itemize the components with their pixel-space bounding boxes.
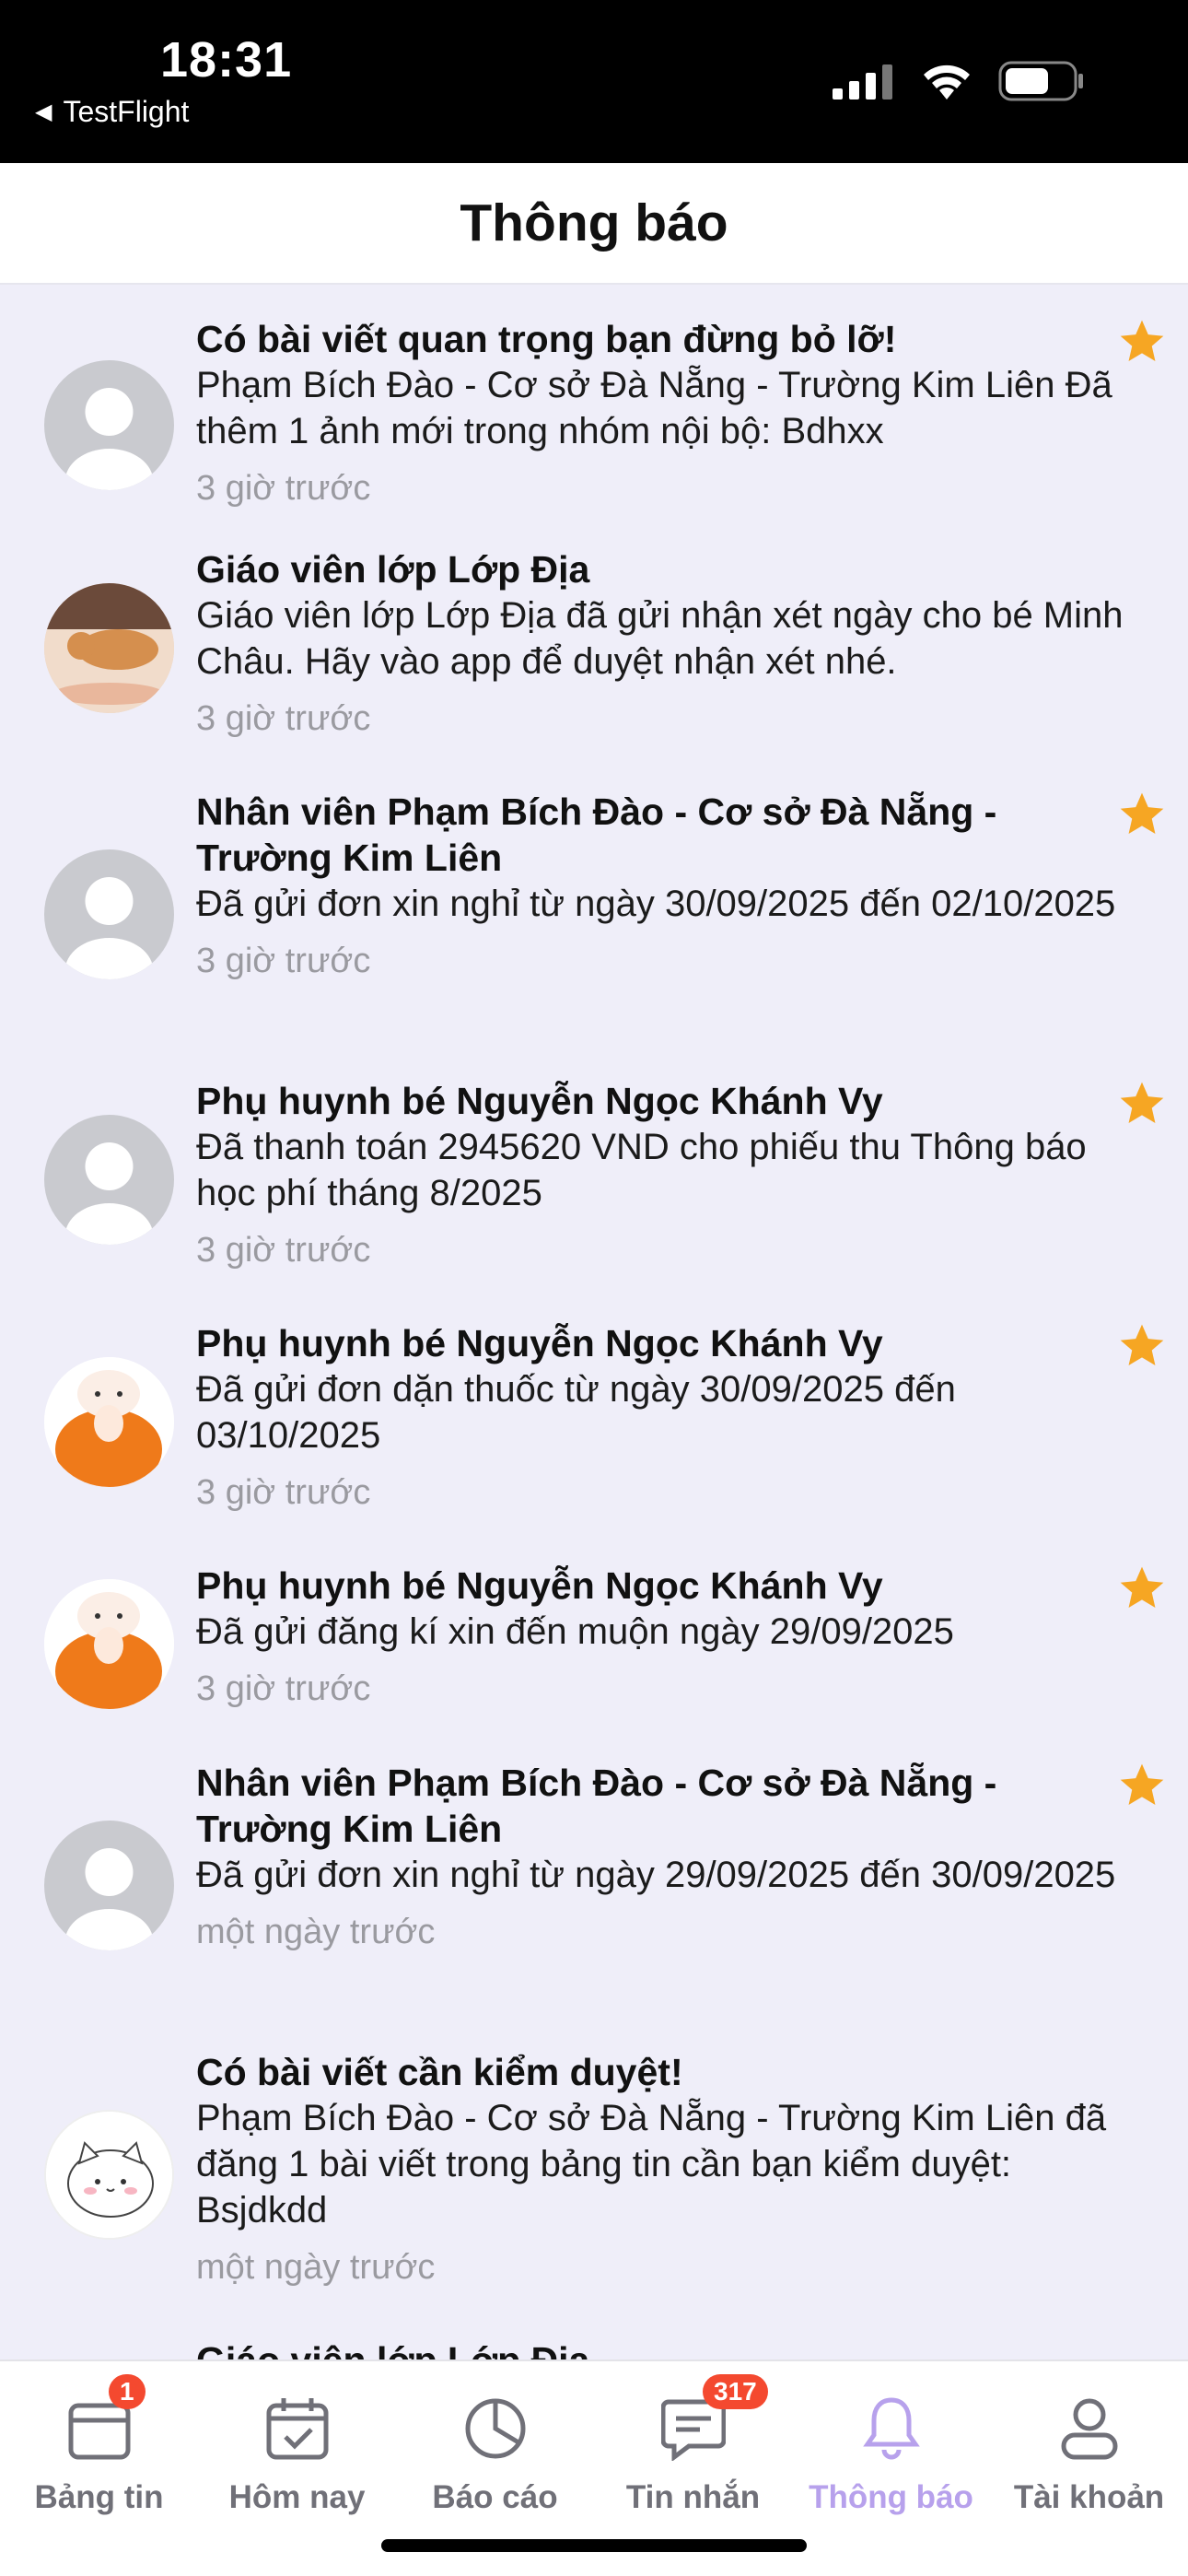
notification-title: Phụ huynh bé Nguyễn Ngọc Khánh Vy <box>196 1322 883 1364</box>
user-icon <box>1061 2398 1117 2460</box>
star-icon[interactable] <box>1116 1760 1168 1811</box>
tab-bao-cao[interactable]: Báo cáo <box>396 2382 594 2516</box>
newsfeed-icon <box>68 2403 130 2460</box>
default-avatar-icon <box>44 1821 174 1950</box>
star-icon[interactable] <box>1116 316 1168 368</box>
notification-time: một ngày trước <box>196 1913 436 1951</box>
notification-title: Có bài viết cần kiểm duyệt! <box>196 2051 683 2093</box>
notification-title: Giáo viên lớp Lớp Địa <box>196 2337 1126 2359</box>
notification-time: 3 giờ trước <box>196 1669 371 1708</box>
notification-title: Nhân viên Phạm Bích Đào - Cơ sở Đà Nẵng … <box>196 790 997 879</box>
battery-icon <box>998 61 1083 101</box>
notification-time: một ngày trước <box>196 2248 436 2287</box>
calendar-check-icon <box>266 2398 328 2460</box>
notification-time: 3 giờ trước <box>196 942 371 980</box>
tab-tai-khoan[interactable]: Tài khoản <box>990 2382 1188 2516</box>
tab-bang-tin[interactable]: 1 Bảng tin <box>0 2374 198 2516</box>
back-arrow-icon: ◀ <box>35 100 52 124</box>
tab-label: Tài khoản <box>1013 2479 1165 2515</box>
notification-list[interactable]: Có bài viết quan trọng bạn đừng bỏ lỡ! P… <box>0 287 1188 2359</box>
default-avatar-icon <box>44 1115 174 1245</box>
signal-icon <box>833 64 892 100</box>
notification-title: Phụ huynh bé Nguyễn Ngọc Khánh Vy <box>196 1080 883 1122</box>
notification-title: Phụ huynh bé Nguyễn Ngọc Khánh Vy <box>196 1564 883 1607</box>
status-bar: 18:31 ◀ TestFlight <box>0 0 1188 163</box>
notification-time: 3 giờ trước <box>196 469 371 508</box>
notification-body: Đã gửi đăng kí xin đến muộn ngày 29/09/2… <box>196 1611 954 1652</box>
tab-thong-bao[interactable]: Thông báo <box>792 2382 990 2516</box>
star-icon[interactable] <box>1116 1078 1168 1130</box>
cartoon-cat-orange-avatar <box>44 1579 174 1709</box>
back-app-label: TestFlight <box>63 95 190 128</box>
page-header: Thông báo <box>0 163 1188 285</box>
tab-label: Tin nhắn <box>625 2479 761 2515</box>
home-indicator <box>381 2539 807 2552</box>
tab-tin-nhan[interactable]: 317 Tin nhắn <box>594 2374 792 2516</box>
status-time: 18:31 <box>160 32 293 88</box>
messages-badge: 317 <box>703 2374 768 2409</box>
notification-time: 3 giờ trước <box>196 699 371 738</box>
notification-title: Nhân viên Phạm Bích Đào - Cơ sở Đà Nẵng … <box>196 1762 997 1850</box>
notification-body: Phạm Bích Đào - Cơ sở Đà Nẵng - Trường K… <box>196 365 1112 451</box>
tab-hom-nay[interactable]: Hôm nay <box>198 2382 396 2516</box>
notification-body: Đã gửi đơn xin nghỉ từ ngày 29/09/2025 đ… <box>196 1855 1116 1895</box>
notification-body: Đã thanh toán 2945620 VND cho phiếu thu … <box>196 1127 1087 1213</box>
tab-label: Hôm nay <box>228 2479 366 2515</box>
tab-label: Báo cáo <box>432 2479 558 2515</box>
tab-label: Bảng tin <box>34 2479 164 2515</box>
notification-title: Giáo viên lớp Lớp Địa <box>196 548 590 591</box>
notification-body: Phạm Bích Đào - Cơ sở Đà Nẵng - Trường K… <box>196 2098 1107 2231</box>
notification-time: 3 giờ trước <box>196 1473 371 1512</box>
default-avatar-icon <box>44 360 174 490</box>
newsfeed-badge: 1 <box>109 2374 146 2409</box>
tab-label: Thông báo <box>809 2479 973 2515</box>
pie-chart-icon <box>465 2398 525 2459</box>
notification-title: Có bài viết quan trọng bạn đừng bỏ lỡ! <box>196 318 897 360</box>
star-icon[interactable] <box>1116 789 1168 840</box>
back-to-app-link[interactable]: ◀ TestFlight <box>35 95 189 129</box>
default-avatar-icon <box>44 849 174 979</box>
notification-body: Đã gửi đơn dặn thuốc từ ngày 30/09/2025 … <box>196 1369 956 1456</box>
page-title: Thông báo <box>460 193 728 252</box>
notification-body: Đã gửi đơn xin nghỉ từ ngày 30/09/2025 đ… <box>196 884 1116 924</box>
wifi-icon <box>924 64 970 100</box>
cat-photo-avatar <box>44 583 174 713</box>
cartoon-cat-orange-avatar <box>44 1357 174 1487</box>
status-icons <box>831 61 1085 101</box>
bell-icon <box>862 2397 920 2460</box>
cartoon-cat-white-avatar <box>44 2110 174 2240</box>
notification-time: 3 giờ trước <box>196 1231 371 1270</box>
star-icon[interactable] <box>1116 1563 1168 1614</box>
star-icon[interactable] <box>1116 1320 1168 1372</box>
notification-body: Giáo viên lớp Lớp Địa đã gửi nhận xét ng… <box>196 595 1124 682</box>
